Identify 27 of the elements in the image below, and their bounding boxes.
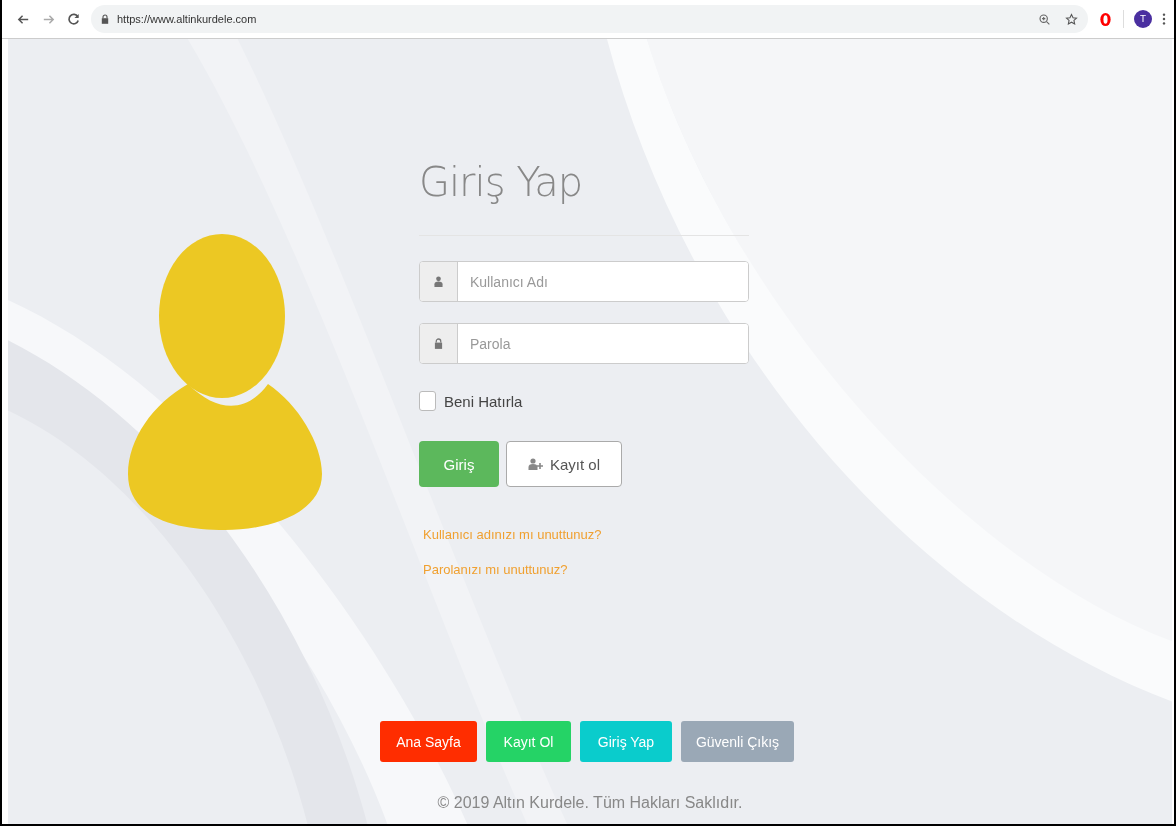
nav-button[interactable]: Güvenli Çıkış bbox=[681, 721, 794, 762]
remember-label: Beni Hatırla bbox=[444, 392, 523, 410]
user-silhouette-icon bbox=[128, 234, 322, 530]
star-icon[interactable] bbox=[1065, 12, 1078, 26]
login-button[interactable]: Giriş bbox=[419, 441, 499, 487]
forgot-link[interactable]: Parolanızı mı unuttunuz? bbox=[423, 562, 568, 577]
login-title: Giriş Yap bbox=[419, 159, 584, 205]
copyright-text: © 2019 Altın Kurdele. Tüm Hakları Saklıdır. bbox=[437, 794, 743, 812]
zoom-icon[interactable] bbox=[1038, 12, 1051, 26]
nav-button[interactable]: Giriş Yap bbox=[580, 721, 672, 762]
nav-button[interactable]: Kayıt Ol bbox=[486, 721, 571, 762]
reload-icon[interactable] bbox=[66, 11, 81, 27]
profile-avatar[interactable]: T bbox=[1134, 10, 1152, 28]
nav-button[interactable]: Ana Sayfa bbox=[380, 721, 477, 762]
forgot-link[interactable]: Kullanıcı adınızı mı unuttunuz? bbox=[423, 527, 602, 542]
lock-icon bbox=[434, 338, 443, 349]
add-user-icon bbox=[528, 458, 544, 470]
url-text: https://www.altinkurdele.com bbox=[117, 13, 257, 25]
lock-icon bbox=[101, 14, 109, 24]
register-button[interactable]: Kayıt ol bbox=[506, 441, 622, 487]
remember-checkbox[interactable] bbox=[419, 391, 436, 411]
password-field[interactable]: Parola bbox=[419, 323, 749, 364]
address-bar[interactable]: https://www.altinkurdele.com bbox=[91, 5, 1088, 33]
menu-icon[interactable] bbox=[1162, 12, 1166, 26]
user-icon bbox=[434, 276, 443, 287]
opera-icon[interactable] bbox=[1098, 11, 1113, 27]
username-field[interactable]: Kullanıcı Adı bbox=[419, 261, 749, 302]
